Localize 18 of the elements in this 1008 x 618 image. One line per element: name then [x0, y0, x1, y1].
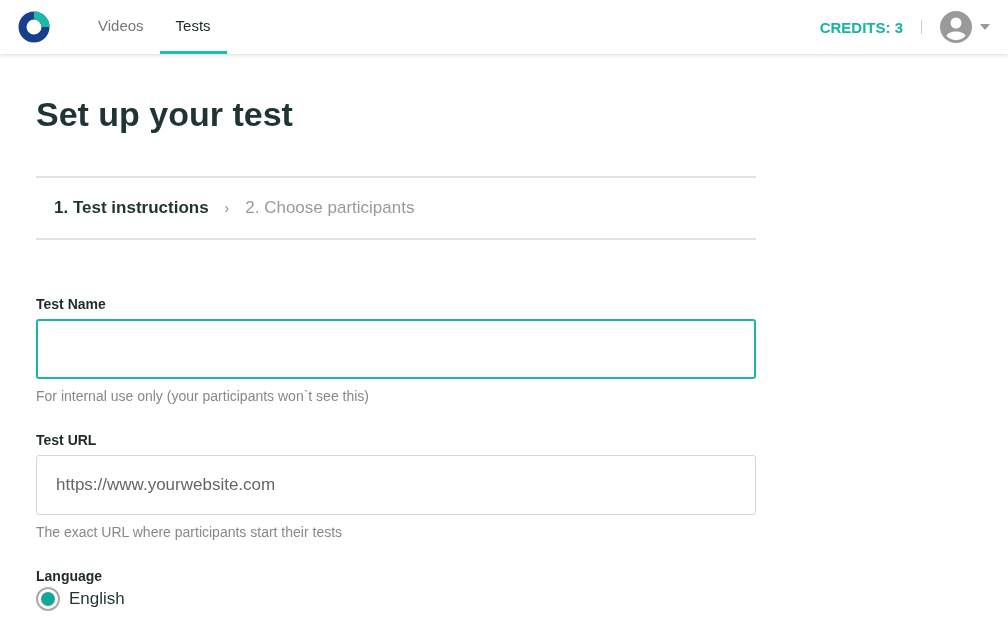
avatar-icon[interactable] [940, 11, 972, 43]
input-field[interactable] [36, 319, 756, 379]
help-text: For internal use only (your participants won`t see this) [36, 388, 371, 404]
field-label: Test Name [36, 296, 107, 312]
radio-button[interactable] [36, 587, 60, 611]
step-tab[interactable]: 1. Test instructions [54, 198, 209, 218]
caret-icon[interactable] [980, 24, 990, 30]
step-separator: › [224, 200, 230, 216]
nav-tab[interactable]: Videos [82, 0, 160, 54]
logo-icon [18, 11, 50, 43]
credits-count: CREDITS: 3 [819, 18, 903, 36]
help-text: The exact URL where participants start their tests [36, 524, 344, 540]
radio-label: English [69, 589, 125, 609]
nav-tab[interactable]: Tests [159, 0, 227, 54]
page-title: Set up your test [36, 94, 294, 134]
input-field[interactable]: https://www.yourwebsite.com [36, 455, 756, 515]
field-label: Test URL [36, 432, 98, 448]
field-label: Language [36, 568, 104, 584]
